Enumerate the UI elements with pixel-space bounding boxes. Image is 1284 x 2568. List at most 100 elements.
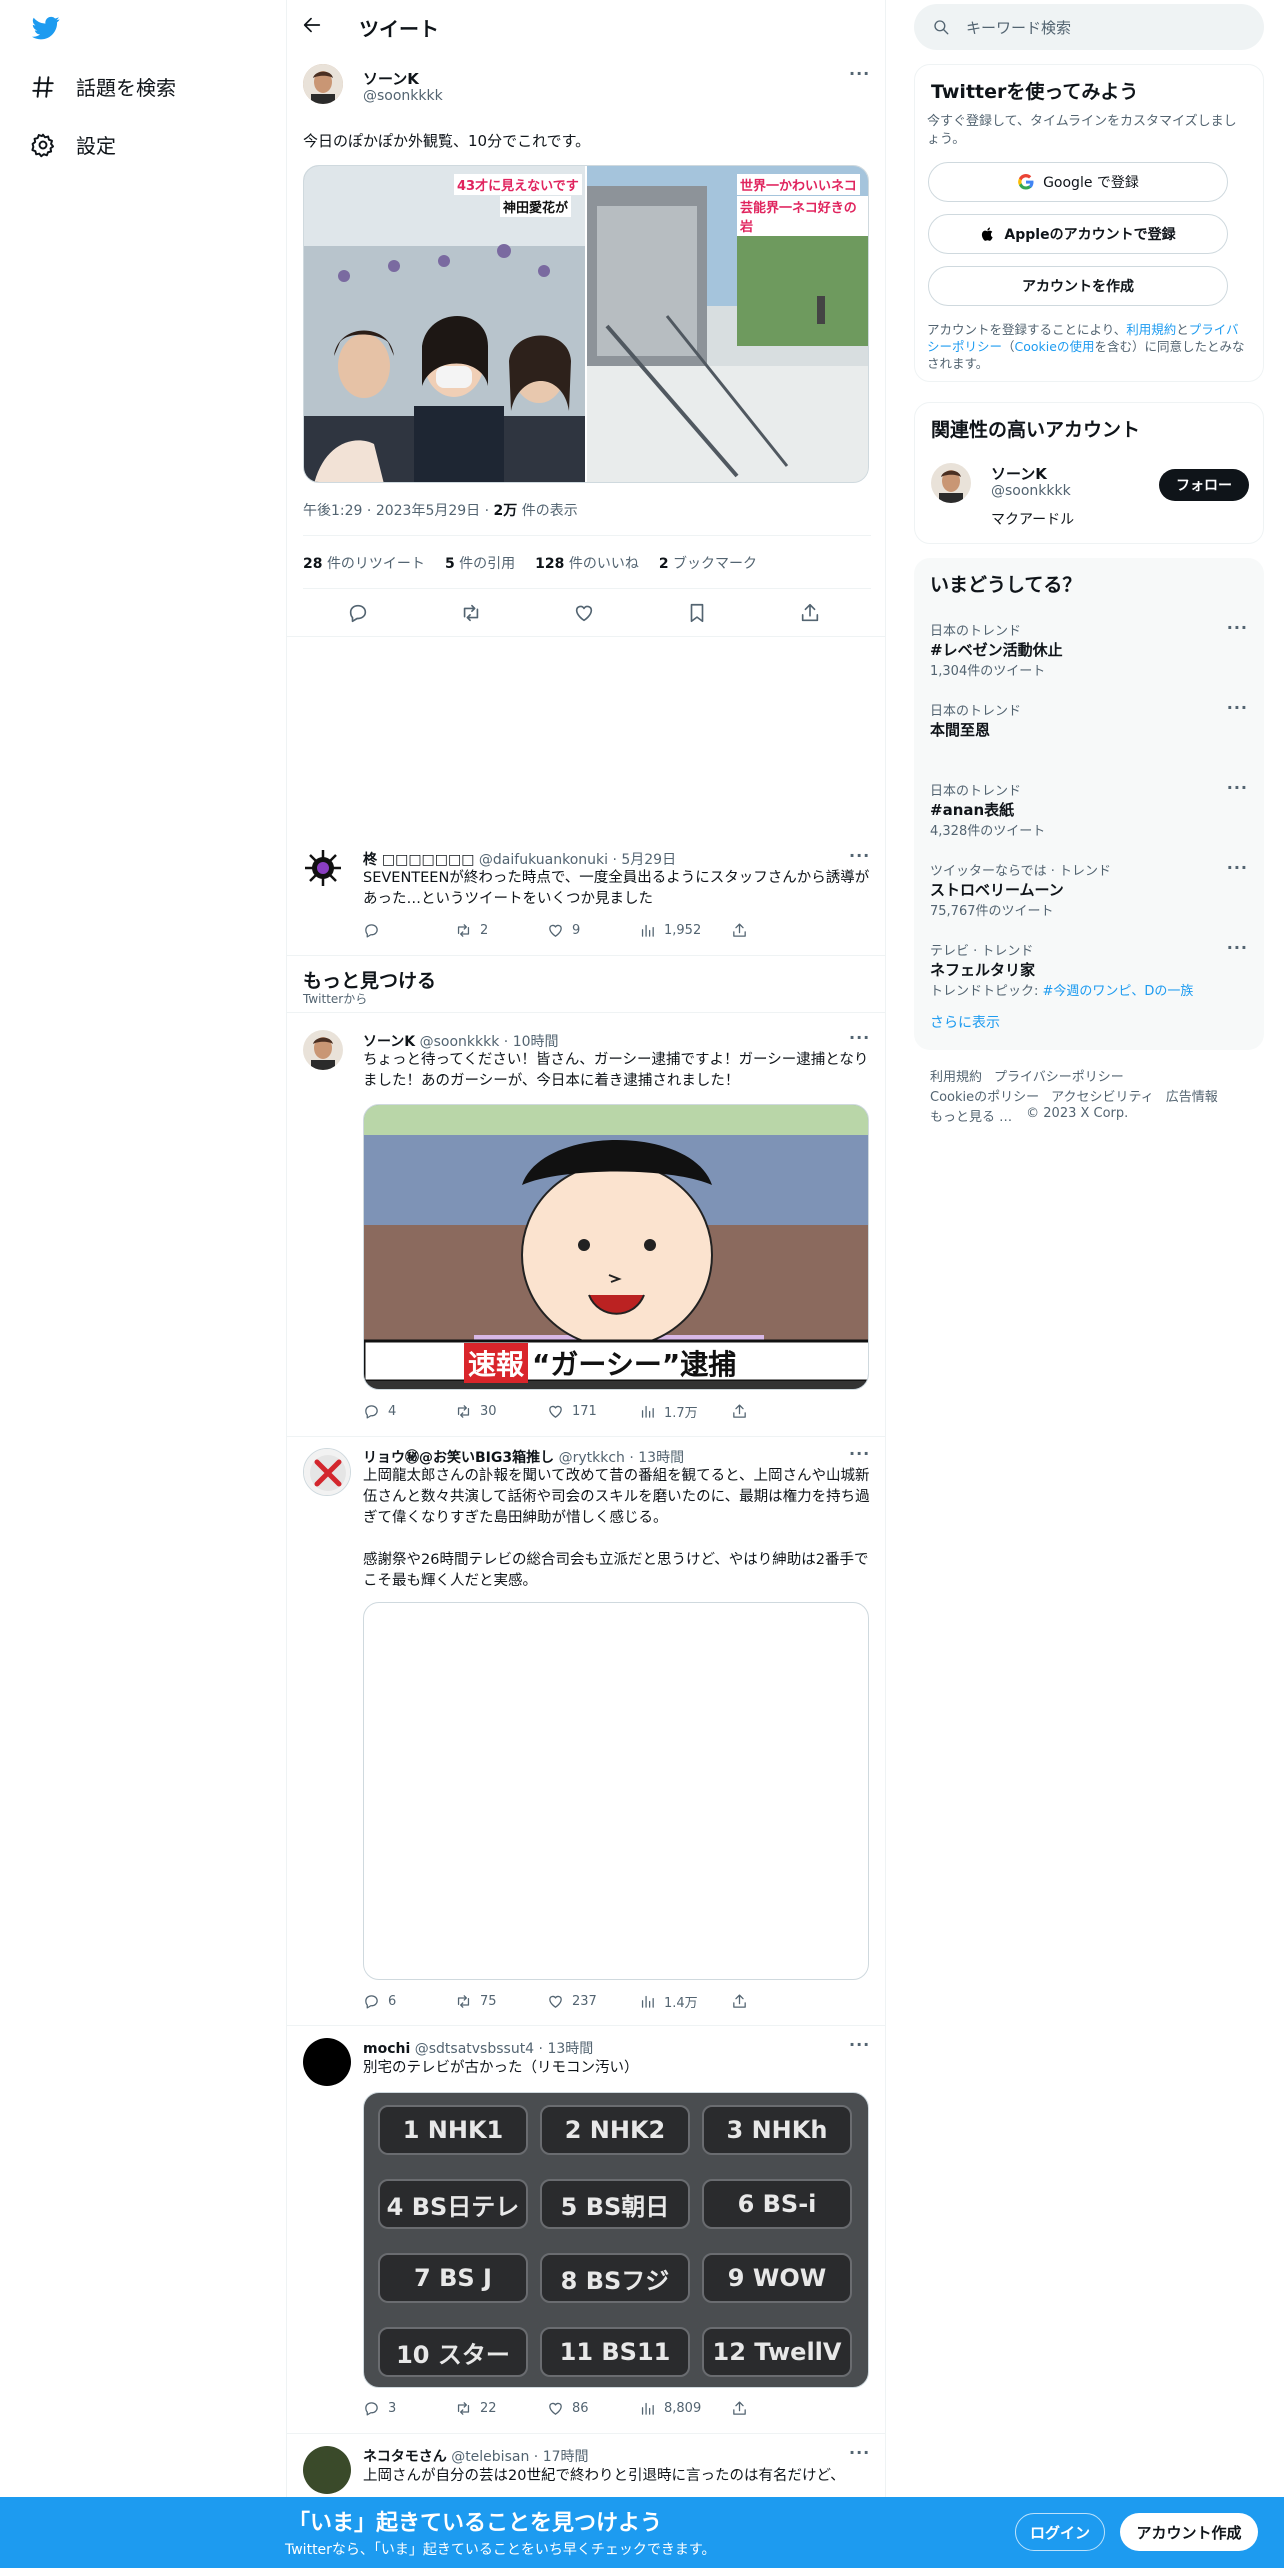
views-button[interactable]: 1.4万 [639, 1992, 731, 2011]
share-button[interactable] [731, 2400, 823, 2417]
tweet-image[interactable]: 速報 “ガーシー”逮捕 [363, 1104, 869, 1390]
like-button[interactable]: 171 [547, 1403, 639, 1420]
more-icon[interactable]: ··· [1227, 858, 1248, 877]
follow-button[interactable]: フォロー [1159, 469, 1249, 501]
avatar[interactable] [303, 848, 343, 888]
author-name[interactable]: mochi [363, 2041, 410, 2057]
more-icon[interactable]: ··· [849, 1444, 870, 1463]
more-icon[interactable]: ··· [1227, 698, 1248, 717]
author-name[interactable]: ソーンK [363, 68, 419, 89]
google-signup-button[interactable]: Google で登録 [928, 162, 1228, 202]
views-button[interactable]: 8,809 [639, 2400, 731, 2417]
author-handle[interactable]: @soonkkkk [363, 88, 443, 104]
search-input[interactable]: キーワード検索 [966, 17, 1071, 38]
avatar[interactable] [303, 2038, 351, 2086]
footer-link[interactable]: プライバシーポリシー [994, 1066, 1124, 1085]
author-name[interactable]: ソーンK [363, 1034, 415, 1050]
avatar[interactable] [303, 64, 343, 104]
cookie-link[interactable]: Cookieの使用 [1015, 339, 1095, 354]
footer-link[interactable]: もっと見る … [930, 1106, 1012, 1125]
tweet-photo[interactable]: 43才に見えないです 神田愛花が [304, 166, 585, 482]
back-arrow-icon[interactable] [301, 14, 327, 40]
avatar[interactable] [303, 1448, 351, 1496]
more-icon[interactable]: ··· [849, 1028, 870, 1047]
tweet-time[interactable]: 10時間 [513, 1034, 559, 1050]
apple-signup-button[interactable]: Appleのアカウントで登録 [928, 214, 1228, 254]
author-name[interactable]: 柊 □□□□□□□ [363, 852, 474, 868]
like-icon[interactable] [573, 602, 595, 624]
account-name[interactable]: ソーンK [991, 463, 1047, 484]
share-button[interactable] [731, 922, 823, 939]
retweet-button[interactable]: 22 [455, 2400, 547, 2417]
trend-item[interactable]: 日本のトレンド #レベゼン活動休止 1,304件のツイート ··· [914, 614, 1264, 694]
footer-link[interactable]: 利用規約 [930, 1066, 982, 1085]
reply-icon[interactable] [347, 602, 369, 624]
login-button[interactable]: ログイン [1015, 2513, 1105, 2551]
views-button[interactable]: 1,952 [639, 922, 731, 939]
tweet-time[interactable]: 5月29日 [621, 852, 676, 868]
twitter-logo-icon[interactable] [30, 14, 62, 42]
trend-item[interactable]: 日本のトレンド #anan表紙 4,328件のツイート ··· [914, 774, 1264, 854]
trend-topic-link[interactable]: #今週のワンピ、Dの一族 [1043, 984, 1194, 999]
retweet-button[interactable]: 2 [455, 922, 547, 939]
author-handle[interactable]: @soonkkkk [420, 1034, 500, 1050]
share-icon[interactable] [799, 602, 821, 624]
share-button[interactable] [731, 1993, 823, 2010]
tweet-photo[interactable]: 世界一かわいいネコ 芸能界一ネコ好きの岩 [587, 166, 868, 482]
terms-link[interactable]: 利用規約 [1126, 322, 1176, 337]
tweet-time[interactable]: 13時間 [547, 2041, 593, 2057]
reply-button[interactable]: 3 [363, 2400, 455, 2417]
quote-stat[interactable]: 5 件の引用 [445, 553, 515, 573]
show-more-link[interactable]: さらに表示 [930, 1012, 1000, 1032]
footer-link[interactable]: 広告情報 [1166, 1086, 1218, 1105]
trend-item[interactable]: テレビ · トレンド ネフェルタリ家 トレンドトピック: #今週のワンピ、Dの一族 ·… [914, 934, 1264, 1014]
more-icon[interactable]: ··· [849, 2035, 870, 2054]
author-handle[interactable]: @rytkkch [559, 1450, 625, 1466]
author-handle[interactable]: @telebisan [451, 2449, 529, 2465]
more-icon[interactable]: ··· [849, 2443, 870, 2462]
author-name[interactable]: リョウ㊙@お笑いBIG3箱推し [363, 1450, 554, 1466]
tweet-image[interactable]: 1 NHK1 2 NHK2 3 NHKh 4 BS日テレ 5 BS朝日 6 BS-i 7 B… [363, 2092, 869, 2388]
bookmark-stat[interactable]: 2 ブックマーク [659, 553, 757, 573]
avatar[interactable] [303, 2446, 351, 2494]
like-stat[interactable]: 128 件のいいね [535, 553, 639, 573]
retweet-stat[interactable]: 28 件のリツイート [303, 553, 425, 573]
search-box[interactable]: キーワード検索 [914, 4, 1264, 50]
more-icon[interactable]: ··· [1227, 778, 1248, 797]
account-handle[interactable]: @soonkkkk [991, 483, 1071, 499]
like-button[interactable]: 237 [547, 1993, 639, 2010]
reply-button[interactable]: 4 [363, 1403, 455, 1420]
author-handle[interactable]: @daifukuankonuki [479, 852, 608, 868]
tweet-media-placeholder[interactable] [363, 1602, 869, 1980]
trend-item[interactable]: ツイッターならでは · トレンド ストロベリームーン 75,767件のツイート ··· [914, 854, 1264, 934]
like-button[interactable]: 9 [547, 922, 639, 939]
footer-link[interactable]: アクセシビリティ [1051, 1086, 1154, 1105]
more-icon[interactable]: ··· [849, 64, 870, 83]
nav-item-settings[interactable]: 設定 [30, 130, 116, 159]
retweet-button[interactable]: 75 [455, 1993, 547, 2010]
reply-button[interactable]: 6 [363, 1993, 455, 2010]
retweet-icon[interactable] [460, 602, 482, 624]
author-name[interactable]: ネコタモさん [363, 2449, 447, 2465]
more-icon[interactable]: ··· [1227, 618, 1248, 637]
like-button[interactable]: 86 [547, 2400, 639, 2417]
avatar[interactable] [931, 463, 971, 503]
signup-button[interactable]: アカウント作成 [1120, 2513, 1258, 2551]
tweet-date[interactable]: 2023年5月29日 [376, 503, 480, 519]
avatar[interactable] [303, 1030, 343, 1070]
tweet-time[interactable]: 午後1:29 [303, 503, 362, 519]
trend-item[interactable]: 日本のトレンド 本間至恩 ··· [914, 694, 1264, 774]
more-icon[interactable]: ··· [849, 846, 870, 865]
tweet-time[interactable]: 17時間 [543, 2449, 589, 2465]
nav-item-explore[interactable]: 話題を検索 [30, 72, 176, 101]
create-account-button[interactable]: アカウントを作成 [928, 266, 1228, 306]
more-icon[interactable]: ··· [1227, 938, 1248, 957]
tweet-time[interactable]: 13時間 [638, 1450, 684, 1466]
retweet-button[interactable]: 30 [455, 1403, 547, 1420]
author-handle[interactable]: @sdtsatvsbssut4 [415, 2041, 534, 2057]
views-button[interactable]: 1.7万 [639, 1402, 731, 1421]
footer-link[interactable]: Cookieのポリシー [930, 1086, 1039, 1105]
share-button[interactable] [731, 1403, 823, 1420]
reply-button[interactable] [363, 922, 455, 939]
bookmark-icon[interactable] [686, 602, 708, 624]
